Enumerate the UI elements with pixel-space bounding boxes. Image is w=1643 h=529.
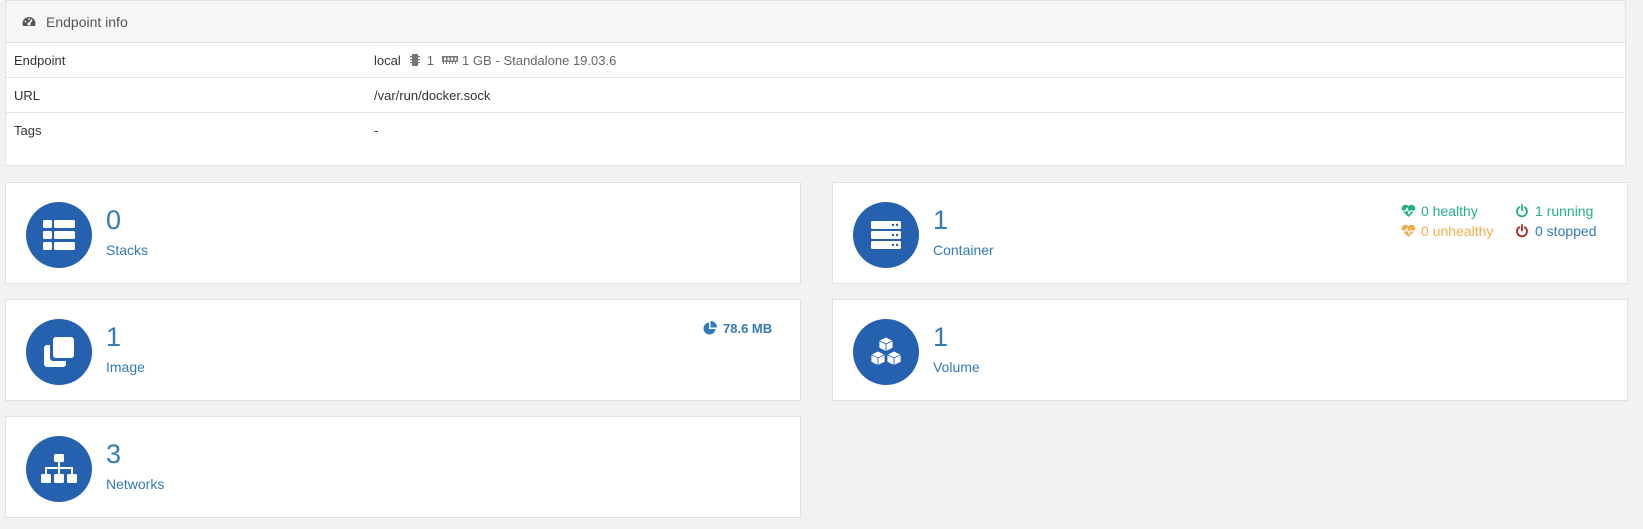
tachometer-icon <box>21 14 37 30</box>
memory-icon <box>441 54 460 66</box>
images-size-text: 78.6 MB <box>723 321 773 336</box>
stacks-label: Stacks <box>106 242 149 258</box>
endpoint-type: - Standalone 19.03.6 <box>495 52 617 68</box>
volumes-label: Volume <box>933 359 980 375</box>
containers-count: 1 <box>933 205 949 235</box>
th-list-icon <box>26 202 92 268</box>
url-key: URL <box>14 87 41 103</box>
networks-card[interactable]: 3 Networks <box>5 416 801 518</box>
clone-icon <box>26 319 92 385</box>
tags-key: Tags <box>14 123 42 138</box>
unhealthy-text: 0 unhealthy <box>1421 223 1494 239</box>
endpoint-value: local 1 1 GB - Standalone 19.03.6 <box>374 53 616 68</box>
stacks-count: 0 <box>106 205 122 235</box>
stopped-status: 0 stopped <box>1515 223 1597 239</box>
sitemap-icon <box>26 436 92 502</box>
healthy-status: 0 healthy <box>1401 203 1478 219</box>
networks-label: Networks <box>106 476 165 492</box>
endpoint-key: Endpoint <box>14 52 66 68</box>
memory-size: 1 GB <box>461 52 492 68</box>
images-count: 1 <box>106 322 122 352</box>
volumes-card[interactable]: 1 Volume <box>832 299 1628 401</box>
unhealthy-status: 0 unhealthy <box>1401 223 1493 239</box>
power-off-icon <box>1515 203 1530 219</box>
url-row: URL /var/run/docker.sock <box>6 78 1625 113</box>
containers-label: Container <box>933 242 994 258</box>
stopped-text: 0 stopped <box>1535 223 1597 239</box>
power-off-icon <box>1515 223 1530 239</box>
running-status: 1 running <box>1515 203 1593 219</box>
endpoint-row: Endpoint local 1 1 GB - Standalone 19.03… <box>6 43 1625 78</box>
endpoint-name: local <box>374 52 401 68</box>
stacks-card[interactable]: 0 Stacks <box>5 182 801 284</box>
microchip-icon <box>409 54 425 66</box>
heartbeat-icon <box>1401 224 1416 239</box>
healthy-text: 0 healthy <box>1421 203 1478 219</box>
tags-value: - <box>374 123 379 138</box>
images-size: 78.6 MB <box>703 321 772 336</box>
cubes-icon <box>853 319 919 385</box>
images-card[interactable]: 1 Image 78.6 MB <box>5 299 801 401</box>
pie-chart-icon <box>703 321 718 336</box>
url-value: /var/run/docker.sock <box>374 87 491 103</box>
panel-header: Endpoint info <box>6 1 1625 43</box>
volumes-count: 1 <box>933 322 949 352</box>
containers-card[interactable]: 1 Container 0 healthy 0 unhealthy 1 runn… <box>832 182 1628 284</box>
cpu-count: 1 <box>426 52 434 68</box>
server-icon <box>853 202 919 268</box>
networks-count: 3 <box>106 439 122 469</box>
panel-title: Endpoint info <box>46 13 128 30</box>
images-label: Image <box>106 359 145 375</box>
tags-row: Tags - <box>6 113 1625 148</box>
endpoint-info-panel: Endpoint info Endpoint local 1 1 GB - St… <box>5 0 1626 166</box>
running-text: 1 running <box>1535 203 1594 219</box>
heartbeat-icon <box>1401 204 1416 219</box>
